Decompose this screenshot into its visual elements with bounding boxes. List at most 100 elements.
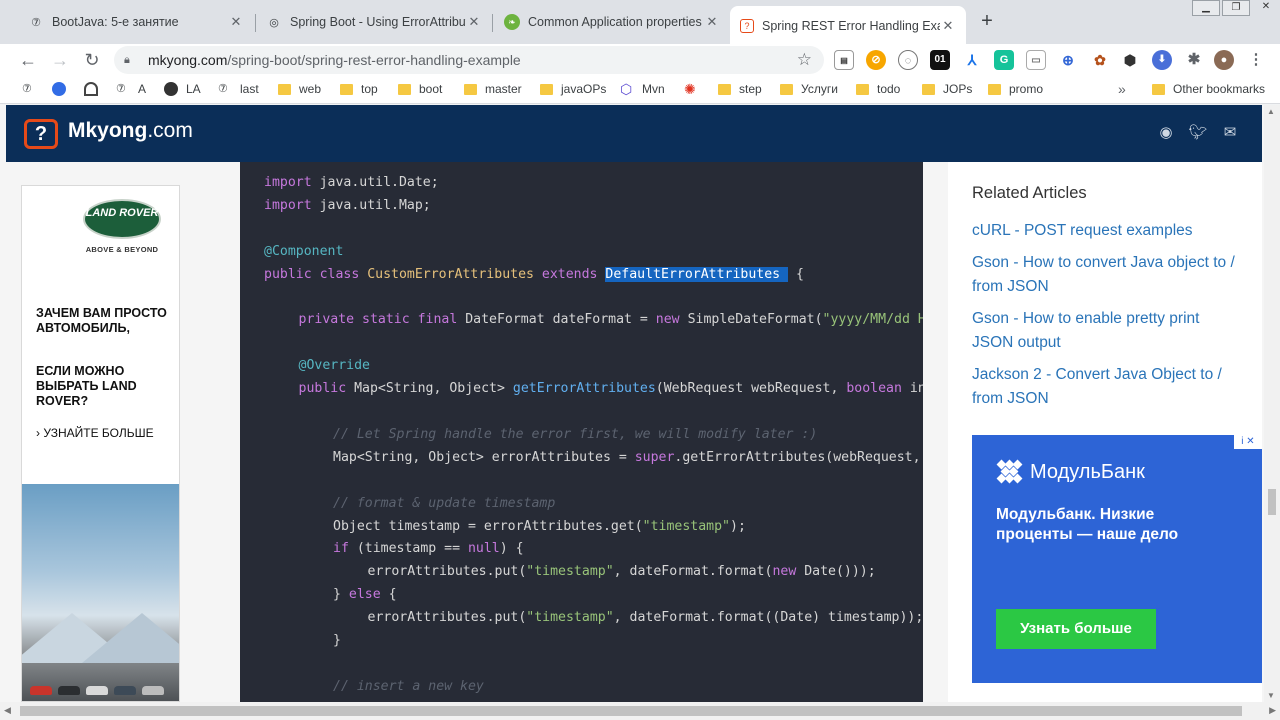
folder-icon — [856, 83, 869, 95]
code-token: super — [634, 449, 675, 465]
extension-icon[interactable]: ⊘ — [866, 50, 886, 70]
ad-cta-link[interactable]: › УЗНАЙТЕ БОЛЬШЕ — [36, 426, 154, 440]
twitter-icon[interactable]: 🐦︎ — [1188, 123, 1208, 143]
extension-icon[interactable]: ✿ — [1090, 50, 1110, 70]
bookmark-folder[interactable]: top — [340, 82, 378, 96]
related-article-link[interactable]: Gson - How to convert Java object to / f… — [972, 251, 1242, 299]
bookmark-folder[interactable]: promo — [988, 82, 1043, 96]
bookmark-item[interactable]: ✺ — [684, 82, 706, 96]
forward-icon[interactable]: → — [48, 48, 72, 72]
profile-avatar[interactable]: ● — [1214, 50, 1234, 70]
bank-advertisement[interactable]: i ✕ МодульБанк Модульбанк. Низкие процен… — [972, 435, 1262, 683]
left-advertisement[interactable]: LAND ROVER ABOVE & BEYOND ЗАЧЕМ ВАМ ПРОС… — [21, 185, 180, 702]
bookmark-folder[interactable]: master — [464, 82, 522, 96]
code-token: public class — [264, 266, 368, 282]
bookmarks-overflow-icon[interactable]: » — [1118, 81, 1126, 97]
minimize-icon[interactable]: ▁ — [1192, 0, 1220, 16]
bookmarks-bar: ⑦ ⑦A LA ⑦ last web top boot master javaOP… — [0, 76, 1280, 104]
code-token: CustomErrorAttributes — [367, 266, 534, 282]
land-rover-logo: LAND ROVER — [83, 199, 161, 239]
address-bar[interactable]: 🔒︎ mkyong.com/spring-boot/spring-rest-er… — [114, 46, 824, 74]
tab-bootjava[interactable]: ⑦ BootJava: 5-е занятие ✕ — [18, 8, 254, 36]
spring-icon: ◎ — [269, 16, 279, 29]
restore-icon[interactable]: ❐ — [1222, 0, 1250, 16]
ad-photo — [22, 484, 179, 701]
lock-icon[interactable]: 🔒︎ — [124, 54, 138, 67]
globe-icon — [164, 82, 178, 96]
vertical-scrollbar[interactable]: ▲ ▼ — [1264, 105, 1280, 702]
other-bookmarks[interactable]: Other bookmarks — [1152, 82, 1265, 96]
scroll-up-icon[interactable]: ▲ — [1267, 107, 1275, 116]
extension-icon[interactable]: 01 — [930, 50, 950, 70]
bookmark-star-icon[interactable]: ☆ — [797, 50, 812, 70]
code-block[interactable]: import java.util.Date; import java.util.M… — [240, 162, 923, 702]
bookmark-item[interactable]: ⑦ last — [218, 82, 259, 96]
modulbank-logo-icon — [996, 459, 1023, 485]
extension-icon[interactable]: ⬇ — [1152, 50, 1172, 70]
bookmark-item[interactable]: ⬡ Mvn — [620, 82, 665, 96]
bank-cta-button[interactable]: Узнать больше — [996, 609, 1156, 649]
bookmark-item[interactable]: ⑦A — [116, 82, 146, 96]
folder-icon — [398, 83, 411, 95]
back-icon[interactable]: ← — [16, 48, 40, 72]
bootjava-icon: ⑦ — [22, 83, 32, 95]
scroll-right-icon[interactable]: ▶ — [1269, 705, 1276, 716]
folder-icon — [922, 83, 935, 95]
ad-choices-icon[interactable]: i ✕ — [1234, 435, 1262, 449]
site-logo-text[interactable]: Mkyong.com — [68, 119, 193, 143]
close-tab-icon[interactable]: ✕ — [228, 14, 244, 30]
folder-icon — [718, 83, 731, 95]
close-window-icon[interactable]: ✕ — [1252, 0, 1280, 16]
bookmark-item[interactable]: LA — [164, 82, 201, 96]
scroll-left-icon[interactable]: ◀ — [4, 705, 11, 716]
mkyong-logo-icon[interactable]: ? — [24, 119, 58, 149]
extension-icon[interactable]: ▭ — [1026, 50, 1046, 70]
code-token: import — [264, 175, 312, 190]
bookmark-label: Mvn — [642, 82, 665, 96]
bookmark-folder[interactable]: Услуги — [780, 82, 838, 96]
close-tab-icon[interactable]: ✕ — [466, 14, 482, 30]
related-article-link[interactable]: Gson - How to enable pretty print JSON o… — [972, 307, 1242, 355]
scrollbar-thumb[interactable] — [1268, 489, 1276, 515]
code-token: Map<String, Object> errorAttributes = — [333, 449, 635, 465]
bookmark-folder[interactable]: JOPs — [922, 82, 972, 96]
extension-icon[interactable]: ◌ — [898, 50, 918, 70]
menu-icon[interactable]: ⋮ — [1246, 50, 1266, 70]
close-tab-icon[interactable]: ✕ — [940, 18, 956, 34]
tab-common-application-properties[interactable]: ❧ Common Application properties ✕ — [494, 8, 730, 36]
related-article-link[interactable]: Jackson 2 - Convert Java Object to / fro… — [972, 363, 1242, 411]
scroll-down-icon[interactable]: ▼ — [1267, 691, 1275, 700]
extension-icon[interactable]: ▤ — [834, 50, 854, 70]
tab-strip: ⑦ BootJava: 5-е занятие ✕ ◎ Spring Boot … — [0, 0, 1280, 44]
bookmark-folder[interactable]: boot — [398, 82, 442, 96]
code-line: errorAttributes.put("timestamp", dateFor… — [368, 608, 924, 628]
extension-icon[interactable]: ⬢ — [1120, 50, 1140, 70]
code-token: public — [298, 381, 355, 397]
extension-icon[interactable]: G — [994, 50, 1014, 70]
code-token: java.util.Map; — [311, 197, 431, 213]
tab-spring-boot-errorattributes[interactable]: ◎ Spring Boot - Using ErrorAttribut ✕ — [256, 8, 492, 36]
close-tab-icon[interactable]: ✕ — [704, 14, 720, 30]
tab-spring-rest-error-handling[interactable]: ? Spring REST Error Handling Exam ✕ — [730, 6, 966, 44]
window-controls: ▁ ❐ ✕ — [1190, 0, 1280, 16]
bookmark-folder[interactable]: todo — [856, 82, 900, 96]
extension-icon[interactable]: ⊕ — [1058, 50, 1078, 70]
kubernetes-icon — [52, 82, 66, 96]
related-article-link[interactable]: cURL - POST request examples — [972, 219, 1242, 243]
bookmark-folder[interactable]: step — [718, 82, 762, 96]
bookmark-item[interactable] — [84, 82, 106, 96]
bookmark-folder[interactable]: web — [278, 82, 321, 96]
scrollbar-thumb[interactable] — [20, 706, 1242, 716]
horizontal-scrollbar[interactable]: ◀ ▶ — [0, 702, 1280, 720]
extension-icon[interactable]: ⅄ — [962, 50, 982, 70]
bookmark-folder[interactable]: javaOPs — [540, 82, 606, 96]
bookmark-item[interactable] — [52, 82, 74, 96]
bookmark-item[interactable]: ⑦ — [22, 82, 44, 96]
bookmark-label: promo — [1009, 82, 1044, 96]
reload-icon[interactable]: ↻ — [80, 48, 104, 72]
code-line: public Map<String, Object> getErrorAttri… — [299, 379, 924, 399]
github-icon[interactable]: ◉ — [1156, 123, 1176, 143]
email-icon[interactable]: ✉ — [1220, 123, 1240, 143]
extensions-puzzle-icon[interactable]: ✱ — [1184, 50, 1204, 70]
new-tab-icon[interactable]: + — [976, 10, 998, 32]
